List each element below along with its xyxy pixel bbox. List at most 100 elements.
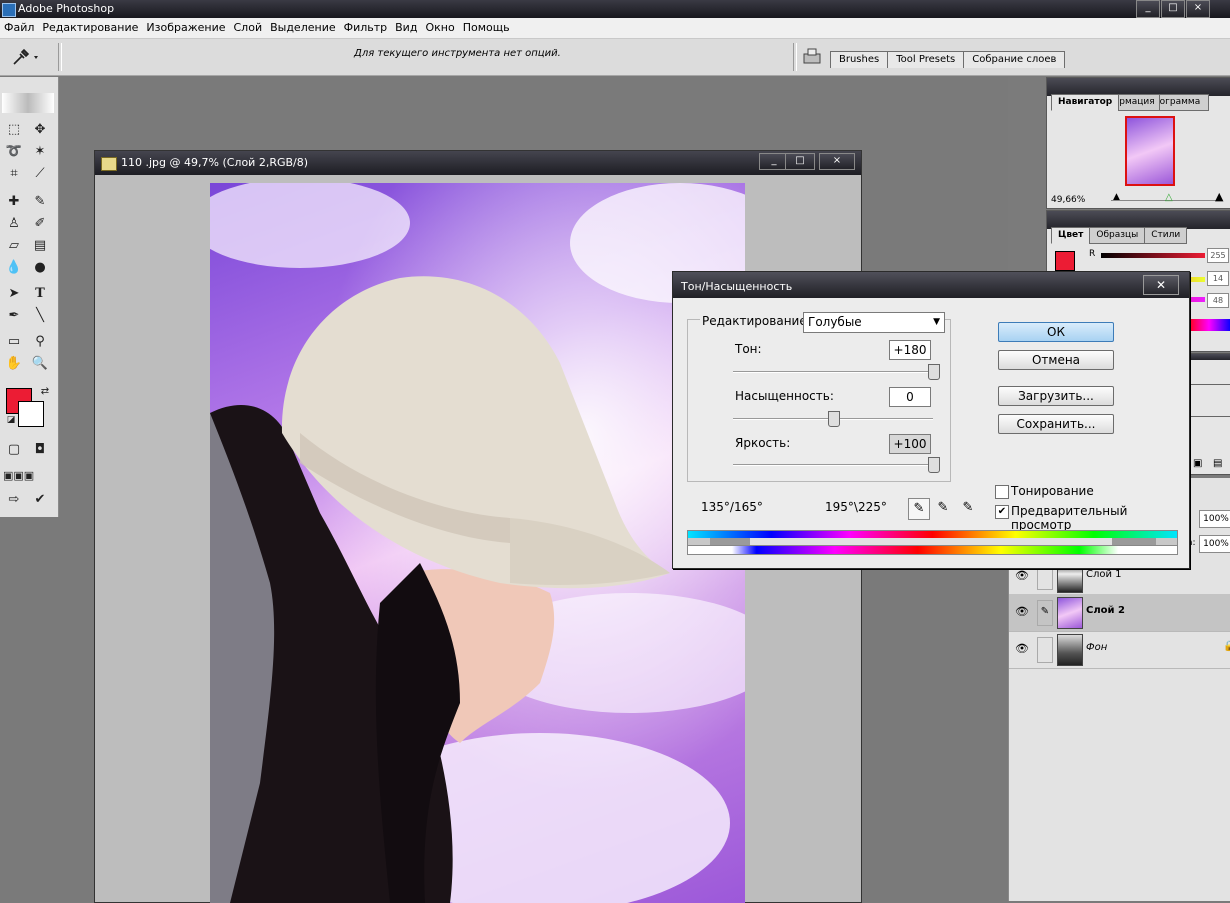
swap-colors-icon[interactable]: ⇄ xyxy=(36,383,54,401)
menu-file[interactable]: Файл xyxy=(0,18,38,38)
blur-icon[interactable]: 💧 xyxy=(5,259,23,277)
channel-r-slider[interactable] xyxy=(1101,253,1205,258)
tab-histogram[interactable]: ограмма xyxy=(1158,94,1210,111)
channel-r-value[interactable]: 255 xyxy=(1207,248,1229,263)
color-ramp[interactable] xyxy=(1187,319,1230,331)
tab-color[interactable]: Цвет xyxy=(1051,227,1091,244)
gradient-icon[interactable]: ▤ xyxy=(31,237,49,255)
preview-checkbox[interactable]: ✔ xyxy=(995,505,1009,519)
move-icon[interactable]: ✥ xyxy=(31,121,49,139)
dialog-title-bar[interactable]: Тон/Насыщенность ✕ xyxy=(673,272,1189,298)
navigator-thumbnail[interactable] xyxy=(1125,116,1175,186)
layer-name[interactable]: Слой 1 xyxy=(1086,569,1122,580)
navigator-slider-knob[interactable]: △ xyxy=(1165,192,1173,203)
healing-icon[interactable]: ✚ xyxy=(5,193,23,211)
line-icon[interactable]: ╲ xyxy=(31,307,49,325)
lightness-slider-track[interactable] xyxy=(733,464,933,466)
eyedropper-icon[interactable]: ✎ xyxy=(908,498,930,520)
minimize-button[interactable]: _ xyxy=(1136,0,1160,18)
tab-info[interactable]: рмация xyxy=(1118,94,1160,111)
magic-wand-icon[interactable]: ✶ xyxy=(31,143,49,161)
menu-select[interactable]: Выделение xyxy=(266,18,340,38)
save-button[interactable]: Сохранить... xyxy=(998,414,1114,434)
screen-mode-icons[interactable]: ▣▣▣ xyxy=(3,467,34,485)
canvas-image[interactable] xyxy=(210,183,745,903)
fill-input[interactable]: 100% xyxy=(1199,535,1230,553)
type-icon[interactable]: T xyxy=(31,285,49,303)
colorize-checkbox[interactable] xyxy=(995,485,1009,499)
menu-help[interactable]: Помощь xyxy=(459,18,514,38)
menu-image[interactable]: Изображение xyxy=(142,18,229,38)
lasso-icon[interactable]: ➰ xyxy=(5,143,23,161)
edit-range-select[interactable]: Голубые ▼ xyxy=(803,312,945,333)
eyedropper-minus-icon[interactable]: ✎ xyxy=(958,498,978,518)
marquee-icon[interactable]: ⬚ xyxy=(5,121,23,139)
dodge-icon[interactable]: ● xyxy=(31,259,49,277)
stamp-icon[interactable]: ♙ xyxy=(5,215,23,233)
eyedropper-icon[interactable]: ⚲ xyxy=(31,333,49,351)
channel-g-value[interactable]: 14 xyxy=(1207,271,1229,286)
doc-close-button[interactable]: × xyxy=(819,153,855,170)
range-core[interactable] xyxy=(750,538,1112,545)
navigator-zoom-value[interactable]: 49,66% xyxy=(1051,195,1085,205)
saturation-input[interactable]: 0 xyxy=(889,387,931,407)
palette-tab-layer-comps[interactable]: Собрание слоев xyxy=(963,51,1066,68)
brush-link-icon[interactable]: ✎ xyxy=(1037,600,1053,626)
pen-icon[interactable]: ✒ xyxy=(5,307,23,325)
cancel-button[interactable]: Отмена xyxy=(998,350,1114,370)
eyedropper-plus-icon[interactable]: ✎ xyxy=(933,498,953,518)
doc-maximize-button[interactable]: □ xyxy=(785,153,815,170)
standard-mode-icon[interactable]: ▢ xyxy=(5,441,23,459)
color-fg-swatch[interactable] xyxy=(1055,251,1075,271)
layer-row-2[interactable]: 👁 ✎ Слой 2 xyxy=(1009,594,1230,632)
quick-mask-icon[interactable]: ◘ xyxy=(31,441,49,459)
hand-icon[interactable]: ✋ xyxy=(5,355,23,373)
file-browser-icon[interactable] xyxy=(802,48,822,64)
range-falloff-left[interactable] xyxy=(710,538,750,545)
notes-icon[interactable]: ▭ xyxy=(5,333,23,351)
eye-icon[interactable]: 👁 xyxy=(1015,570,1029,582)
crop-icon[interactable]: ⌗ xyxy=(5,165,23,183)
hue-range-slider[interactable] xyxy=(687,538,1178,545)
tab-swatches[interactable]: Образцы xyxy=(1089,227,1146,244)
menu-layer[interactable]: Слой xyxy=(230,18,267,38)
new-snapshot-icon[interactable]: ▣ xyxy=(1193,458,1202,469)
tab-styles[interactable]: Стили xyxy=(1144,227,1188,244)
load-button[interactable]: Загрузить... xyxy=(998,386,1114,406)
palette-tab-brushes[interactable]: Brushes xyxy=(830,51,889,68)
lightness-slider-knob[interactable] xyxy=(928,457,940,473)
jump-to-imageready-icon[interactable]: ⇨ xyxy=(5,491,23,509)
eye-icon[interactable]: 👁 xyxy=(1015,643,1029,655)
layer-name[interactable]: Слой 2 xyxy=(1086,605,1125,616)
history-brush-icon[interactable]: ✐ xyxy=(31,215,49,233)
opacity-input[interactable]: 100% xyxy=(1199,510,1230,528)
hue-input[interactable]: +180 xyxy=(889,340,931,360)
layer-link-box[interactable] xyxy=(1037,637,1053,663)
path-select-icon[interactable]: ➤ xyxy=(5,285,23,303)
menu-edit[interactable]: Редактирование xyxy=(38,18,142,38)
imageready-icon[interactable]: ✔ xyxy=(31,491,49,509)
eyedropper-preset-icon[interactable] xyxy=(10,47,40,67)
tab-navigator[interactable]: Навигатор xyxy=(1051,94,1120,111)
range-falloff-right[interactable] xyxy=(1112,538,1156,545)
lightness-input[interactable]: +100 xyxy=(889,434,931,454)
palette-tab-tool-presets[interactable]: Tool Presets xyxy=(887,51,965,68)
zoom-icon[interactable]: 🔍 xyxy=(31,355,49,373)
ok-button[interactable]: ОК xyxy=(998,322,1114,342)
zoom-in-icon[interactable]: ▲ xyxy=(1215,190,1223,203)
brush-icon[interactable]: ✎ xyxy=(31,193,49,211)
dialog-close-button[interactable]: ✕ xyxy=(1143,275,1179,295)
close-button[interactable]: × xyxy=(1186,0,1210,18)
hue-slider-knob[interactable] xyxy=(928,364,940,380)
layer-row-3[interactable]: 👁 Фон 🔒 xyxy=(1009,631,1230,669)
hue-slider-track[interactable] xyxy=(733,371,933,373)
saturation-slider-knob[interactable] xyxy=(828,411,840,427)
eraser-icon[interactable]: ▱ xyxy=(5,237,23,255)
background-color-swatch[interactable] xyxy=(18,401,44,427)
menu-filter[interactable]: Фильтр xyxy=(340,18,392,38)
channel-b-value[interactable]: 48 xyxy=(1207,293,1229,308)
document-title-bar[interactable]: 110 .jpg @ 49,7% (Слой 2,RGB/8) _ □ × xyxy=(95,151,861,175)
maximize-button[interactable]: □ xyxy=(1161,0,1185,18)
slice-icon[interactable]: ⟋ xyxy=(31,165,49,183)
menu-window[interactable]: Окно xyxy=(421,18,458,38)
